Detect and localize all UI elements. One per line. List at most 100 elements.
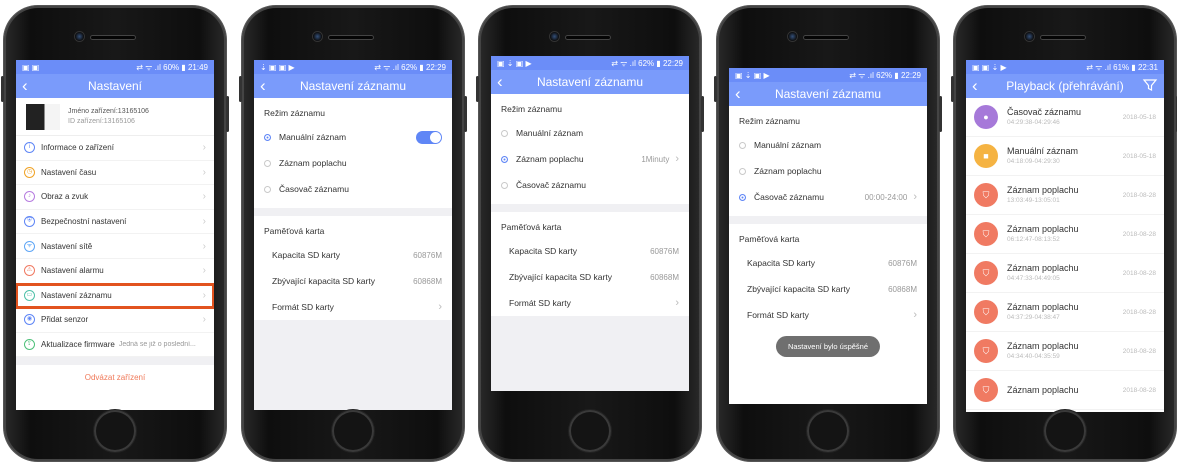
home-button[interactable] — [569, 410, 611, 452]
mode-option-timer[interactable]: Časovač záznamu 00:00-24:00 › — [729, 184, 927, 210]
alarm-shield-icon: ⛉ — [974, 183, 998, 207]
record-mode-heading: Režim záznamu — [501, 104, 562, 114]
back-arrow-icon[interactable]: ‹ — [497, 72, 503, 92]
alarm-shield-icon: ⛉ — [974, 378, 998, 402]
sd-remaining-row: Zbývající kapacita SD karty 60868M — [254, 268, 452, 294]
home-button[interactable] — [332, 410, 374, 452]
recording-item[interactable]: ⛉ Záznam poplachu 04:47:33-04:49:05 2018-08… — [966, 254, 1164, 293]
mode-label: Záznam poplachu — [516, 154, 584, 164]
menu-item-label: Nastavení času — [41, 167, 97, 177]
radio-unselected-icon[interactable] — [264, 185, 271, 193]
device-name: Jméno zařízení:13165106 — [68, 107, 149, 115]
mode-option-manual[interactable]: Manuální záznam — [491, 120, 689, 146]
sd-format-row[interactable]: Formát SD karty › — [729, 302, 927, 328]
recording-list: ● Časovač záznamu 04:29:38-04:29:46 2018-05… — [966, 98, 1164, 410]
home-button[interactable] — [807, 410, 849, 452]
recording-item[interactable]: ● Časovač záznamu 04:29:38-04:29:46 2018-05… — [966, 98, 1164, 137]
radio-unselected-icon[interactable] — [739, 167, 746, 175]
phone-1: ▣ ▣ ⇄ ᯤ .ıl 60% ▮ 21:49 ‹ Nastavení Jmén… — [1, 6, 229, 461]
front-camera — [313, 32, 322, 41]
back-arrow-icon[interactable]: ‹ — [260, 76, 266, 96]
radio-unselected-icon[interactable] — [501, 129, 508, 137]
recording-item[interactable]: ⛉ Záznam poplachu 04:34:40-04:35:59 2018-08… — [966, 332, 1164, 371]
sd-format-row[interactable]: Formát SD karty › — [491, 290, 689, 316]
radio-selected-icon[interactable] — [264, 133, 271, 141]
memory-card-heading: Paměťová karta — [739, 234, 800, 244]
menu-item-8[interactable]: ◉ Přidat senzor › — [16, 308, 214, 333]
recording-item[interactable]: ⛉ Záznam poplachu 2018-08-28 — [966, 371, 1164, 410]
mode-option-timer[interactable]: Časovač záznamu — [491, 172, 689, 198]
menu-item-label: Obraz a zvuk — [41, 192, 89, 202]
video-icon: ▭ — [24, 289, 35, 301]
mode-label: Manuální záznam — [279, 132, 347, 142]
status-bar: ▣ ⇣ ▣ ▶ ⇄ ᯤ .ıl 62% ▮ 22:29 — [491, 56, 689, 70]
menu-item-5[interactable]: ᯤ Nastavení sítě › — [16, 234, 214, 259]
chevron-right-icon[interactable]: › — [913, 191, 917, 203]
settings-menu: i Informace o zařízení › ◷ Nastavení času › ♪ O… — [16, 136, 214, 358]
chevron-right-icon: › — [202, 240, 206, 252]
phone-2: ⇣ ▣ ▣ ▶ ⇄ ᯤ .ıl 62% ▮ 22:29 ‹ Nastavení … — [239, 6, 467, 461]
info-icon: i — [24, 142, 35, 154]
mode-option-manual[interactable]: Manuální záznam — [729, 132, 927, 158]
back-arrow-icon[interactable]: ‹ — [735, 84, 741, 104]
mode-option-alarm[interactable]: Záznam poplachu — [729, 158, 927, 184]
mode-option-manual[interactable]: Manuální záznam — [254, 124, 452, 150]
clock-icon: ◷ — [24, 166, 35, 178]
recording-name: Záznam poplachu — [1007, 224, 1079, 234]
sd-format-row[interactable]: Formát SD karty › — [254, 294, 452, 320]
menu-item-3[interactable]: ♪ Obraz a zvuk › — [16, 185, 214, 210]
sd-capacity-value: 60876M — [888, 258, 917, 268]
device-card[interactable]: Jméno zařízení:13165106 ID zařízení:1316… — [16, 98, 214, 136]
status-icons-right: ⇄ ᯤ .ıl 62% ▮ 22:29 — [374, 62, 446, 72]
speaker-grille — [803, 35, 849, 40]
home-button[interactable] — [1044, 410, 1086, 452]
menu-item-2[interactable]: ◷ Nastavení času › — [16, 161, 214, 186]
unbind-device-button[interactable]: Odvázat zařízení — [16, 365, 214, 391]
menu-item-6[interactable]: ⚠ Nastavení alarmu › — [16, 259, 214, 284]
recording-date: 2018-08-28 — [1122, 191, 1156, 199]
mode-option-alarm[interactable]: Záznam poplachu 1Minuty › — [491, 146, 689, 172]
chevron-right-icon: › — [913, 309, 917, 321]
radio-unselected-icon[interactable] — [501, 181, 508, 189]
menu-item-9[interactable]: ⇪ Aktualizace firmware Jedná se již o posl… — [16, 333, 214, 358]
page-title: Playback (přehrávání) — [1006, 79, 1124, 93]
recording-item[interactable]: ⛉ Záznam poplachu 13:03:49-13:05:01 2018-08… — [966, 176, 1164, 215]
back-arrow-icon[interactable]: ‹ — [22, 76, 28, 96]
menu-item-4[interactable]: ⛨ Bezpečnostní nastavení › — [16, 210, 214, 235]
chevron-right-icon[interactable]: › — [675, 153, 679, 165]
phone-5: ▣ ▣ ⇣ ▶ ⇄ ᯤ .ıl 61% ▮ 22:31 ‹ Playback (… — [951, 6, 1177, 461]
record-mode-heading: Režim záznamu — [739, 116, 800, 126]
menu-item-label: Aktualizace firmware — [41, 340, 115, 350]
record-settings-screen-alarm: ▣ ⇣ ▣ ▶ ⇄ ᯤ .ıl 62% ▮ 22:29 ‹ Nastavení … — [491, 56, 689, 391]
phone-3: ▣ ⇣ ▣ ▶ ⇄ ᯤ .ıl 62% ▮ 22:29 ‹ Nastavení … — [476, 6, 704, 461]
sd-remaining-value: 60868M — [888, 284, 917, 294]
radio-unselected-icon[interactable] — [739, 141, 746, 149]
recording-time-range: 13:03:49-13:05:01 — [1007, 197, 1060, 204]
mode-option-timer[interactable]: Časovač záznamu — [254, 176, 452, 202]
recording-name: Záznam poplachu — [1007, 185, 1079, 195]
recording-item[interactable]: ■ Manuální záznam 04:18:09-04:29:30 2018-05… — [966, 137, 1164, 176]
alarm-icon: ⚠ — [24, 265, 35, 277]
sd-capacity-label: Kapacita SD karty — [747, 258, 816, 268]
recording-item[interactable]: ⛉ Záznam poplachu 06:12:47-08:13:52 2018-08… — [966, 215, 1164, 254]
home-button[interactable] — [94, 410, 136, 452]
recording-time-range: 04:34:40-04:35:59 — [1007, 353, 1060, 360]
sd-capacity-row: Kapacita SD karty 60876M — [491, 238, 689, 264]
recording-item[interactable]: ⛉ Záznam poplachu 04:37:29-04:38:47 2018-08… — [966, 293, 1164, 332]
radio-selected-icon[interactable] — [501, 155, 508, 163]
radio-unselected-icon[interactable] — [264, 159, 271, 167]
alarm-duration-value: 1Minuty — [641, 154, 670, 164]
menu-item-1[interactable]: i Informace o zařízení › — [16, 136, 214, 161]
back-arrow-icon[interactable]: ‹ — [972, 76, 978, 96]
mode-option-alarm[interactable]: Záznam poplachu — [254, 150, 452, 176]
recording-time-range: 04:47:33-04:49:05 — [1007, 275, 1060, 282]
filter-icon[interactable] — [1142, 77, 1158, 93]
menu-item-7[interactable]: ▭ Nastavení záznamu › — [16, 282, 214, 310]
speaker-grille — [1040, 35, 1086, 40]
sd-capacity-label: Kapacita SD karty — [509, 246, 578, 256]
manual-record-toggle[interactable] — [416, 130, 442, 144]
chevron-right-icon: › — [202, 191, 206, 203]
radio-selected-icon[interactable] — [739, 193, 746, 201]
memory-card-heading: Paměťová karta — [264, 226, 325, 236]
section-divider — [254, 208, 452, 216]
